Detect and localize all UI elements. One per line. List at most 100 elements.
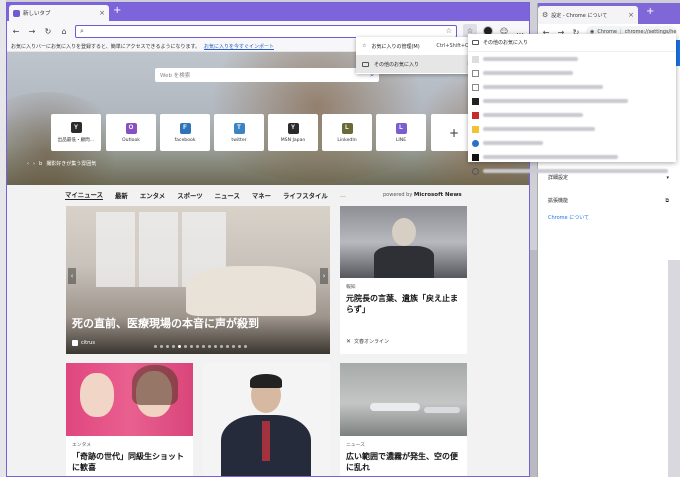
airplane	[370, 403, 420, 411]
settings-row-extensions[interactable]: 拡張機能 ⧉	[538, 197, 680, 205]
other-favorites-header[interactable]: その他のお気に入り	[468, 34, 676, 52]
news-card-tag: 報知	[346, 285, 356, 290]
chevron-left-icon[interactable]: ‹	[68, 268, 76, 284]
news-card-image	[340, 206, 467, 278]
news-card-main[interactable]: ‹ › 死の直前、医療現場の本音に声が殺到 citrus	[66, 206, 330, 354]
chevron-right-icon[interactable]: ›	[33, 161, 35, 167]
chevron-right-icon[interactable]: ›	[320, 268, 328, 284]
favorite-item[interactable]	[468, 66, 676, 80]
news-card[interactable]: ニュース 広い範囲で濃霧が発生、空の便に乱れ	[340, 363, 467, 476]
quick-link-tile[interactable]: L LINE	[376, 114, 426, 151]
tile-icon: O	[125, 122, 137, 134]
news-card-source: citrus	[72, 340, 95, 346]
person-hair	[132, 365, 178, 405]
quick-link-tile[interactable]: Y MSN Japan	[268, 114, 318, 151]
tile-icon: F	[179, 122, 191, 134]
edge-tab-bar: 新しいタブ × +	[7, 3, 529, 21]
edge-tab-newtab[interactable]: 新しいタブ ×	[9, 5, 109, 21]
web-search-input[interactable]: Web を検索	[160, 71, 190, 79]
photo-caption-text[interactable]: 撮影好きが集う雰囲気	[46, 160, 96, 167]
quick-link-tile[interactable]: L LinkedIn	[322, 114, 372, 151]
news-card-title[interactable]: 元院長の言葉、遺族「戻え止まらず」	[346, 293, 462, 315]
new-tab-plus-icon[interactable]: +	[646, 6, 654, 17]
news-card-title[interactable]: 広い範囲で濃霧が発生、空の便に乱れ	[346, 451, 462, 473]
favorites-menu: ☆ お気に入りの管理(M) Ctrl+Shift+O その他のお気に入り ›	[356, 37, 475, 74]
favorite-item[interactable]	[468, 150, 676, 164]
web-search-box[interactable]: Web を検索 ⌕	[155, 68, 379, 82]
list-icon	[472, 69, 479, 77]
edge-icon	[472, 139, 479, 147]
refresh-icon[interactable]: ↻	[43, 27, 53, 36]
address-bar[interactable]: ⌕ ☆	[75, 24, 457, 38]
import-favorites-link[interactable]: お気に入りを今すぐインポート	[204, 43, 274, 50]
tile-label: facebook	[174, 137, 196, 143]
quick-link-tile[interactable]: F facebook	[160, 114, 210, 151]
news-tab-latest[interactable]: 最新	[115, 191, 128, 200]
news-card-image	[340, 363, 467, 436]
quick-link-tile[interactable]: T twitter	[214, 114, 264, 151]
search-icon: ⌕	[80, 26, 84, 35]
star-icon: ☆	[362, 43, 367, 49]
airplane	[424, 407, 460, 413]
close-icon[interactable]: ×	[628, 11, 634, 19]
chrome-tab-settings[interactable]: ⚙ 設定 - Chrome について ×	[538, 6, 638, 24]
settings-row-about[interactable]: Chrome について	[538, 214, 680, 221]
news-tab-more[interactable]: …	[340, 192, 346, 199]
favorite-item[interactable]	[468, 122, 676, 136]
site-icon	[472, 125, 479, 133]
source-logo-icon: ✕	[346, 338, 352, 345]
favorite-item[interactable]	[468, 108, 676, 122]
chevron-left-icon[interactable]: ‹	[27, 161, 29, 167]
tile-label: twitter	[231, 137, 247, 143]
news-tab-my-news[interactable]: マイニュース	[65, 190, 104, 200]
tile-label: MSN Japan	[280, 137, 306, 143]
folder-icon	[472, 40, 479, 45]
tile-icon: T	[233, 122, 245, 134]
menu-item-label: その他のお気に入り	[374, 61, 420, 68]
tile-icon: L	[341, 122, 353, 134]
news-tab-news[interactable]: ニュース	[215, 191, 240, 200]
person-tie	[262, 421, 270, 461]
favorite-item[interactable]	[468, 94, 676, 108]
globe-icon	[472, 55, 479, 63]
home-icon[interactable]: ⌂	[59, 27, 69, 36]
favorite-item[interactable]	[468, 136, 676, 150]
favorite-item[interactable]	[468, 164, 676, 178]
tile-icon: L	[395, 122, 407, 134]
news-tabs: マイニュース 最新 エンタメ スポーツ ニュース マネー ライフスタイル …	[65, 190, 346, 200]
other-favorites-submenu: その他のお気に入り	[468, 34, 676, 175]
news-tab-entertainment[interactable]: エンタメ	[140, 191, 165, 200]
news-card-tag: エンタメ	[72, 443, 92, 448]
news-tab-sports[interactable]: スポーツ	[177, 191, 202, 200]
forward-arrow-icon[interactable]: →	[27, 27, 37, 36]
news-card[interactable]	[203, 363, 330, 476]
other-favorites-item[interactable]: その他のお気に入り ›	[356, 55, 475, 73]
news-tab-money[interactable]: マネー	[252, 191, 271, 200]
tile-label: 出品最低・顧問…	[57, 138, 95, 143]
favorite-item[interactable]	[468, 52, 676, 66]
star-icon[interactable]: ☆	[446, 27, 452, 35]
person-face	[80, 373, 114, 417]
source-logo-icon	[72, 340, 78, 346]
quick-link-tile[interactable]: O Outlook	[106, 114, 156, 151]
edge-tab-favicon-icon	[13, 9, 20, 17]
edge-tab-title: 新しいタブ	[23, 11, 51, 17]
favorites-hint-text: お気に入りバーにお気に入りを登録すると、簡単にアクセスできるようになります。	[11, 43, 200, 50]
quick-link-tile[interactable]: Y 出品最低・顧問…	[51, 114, 101, 151]
news-card-title[interactable]: 「奇跡の世代」同級生ショットに歓喜	[72, 451, 188, 473]
news-card[interactable]: 報知 元院長の言葉、遺族「戻え止まらず」 ✕ 文春オンライン	[340, 206, 467, 354]
news-tab-lifestyle[interactable]: ライフスタイル	[283, 191, 328, 200]
chrome-tab-title: 設定 - Chrome について	[551, 12, 608, 19]
carousel-dots	[154, 345, 247, 348]
back-arrow-icon[interactable]: ←	[11, 27, 21, 36]
close-icon[interactable]: ×	[99, 9, 105, 17]
new-tab-plus-icon[interactable]: +	[113, 6, 121, 16]
news-card-image	[203, 363, 330, 476]
bing-icon: b	[39, 160, 43, 167]
favorite-item[interactable]	[468, 80, 676, 94]
news-card-title[interactable]: 死の直前、医療現場の本音に声が殺到	[72, 318, 259, 331]
settings-row-label[interactable]: Chrome について	[548, 214, 589, 221]
other-favorites-title: その他のお気に入り	[483, 40, 529, 46]
news-card[interactable]: エンタメ 「奇跡の世代」同級生ショットに歓喜	[66, 363, 193, 476]
manage-favorites-item[interactable]: ☆ お気に入りの管理(M) Ctrl+Shift+O	[356, 37, 475, 55]
